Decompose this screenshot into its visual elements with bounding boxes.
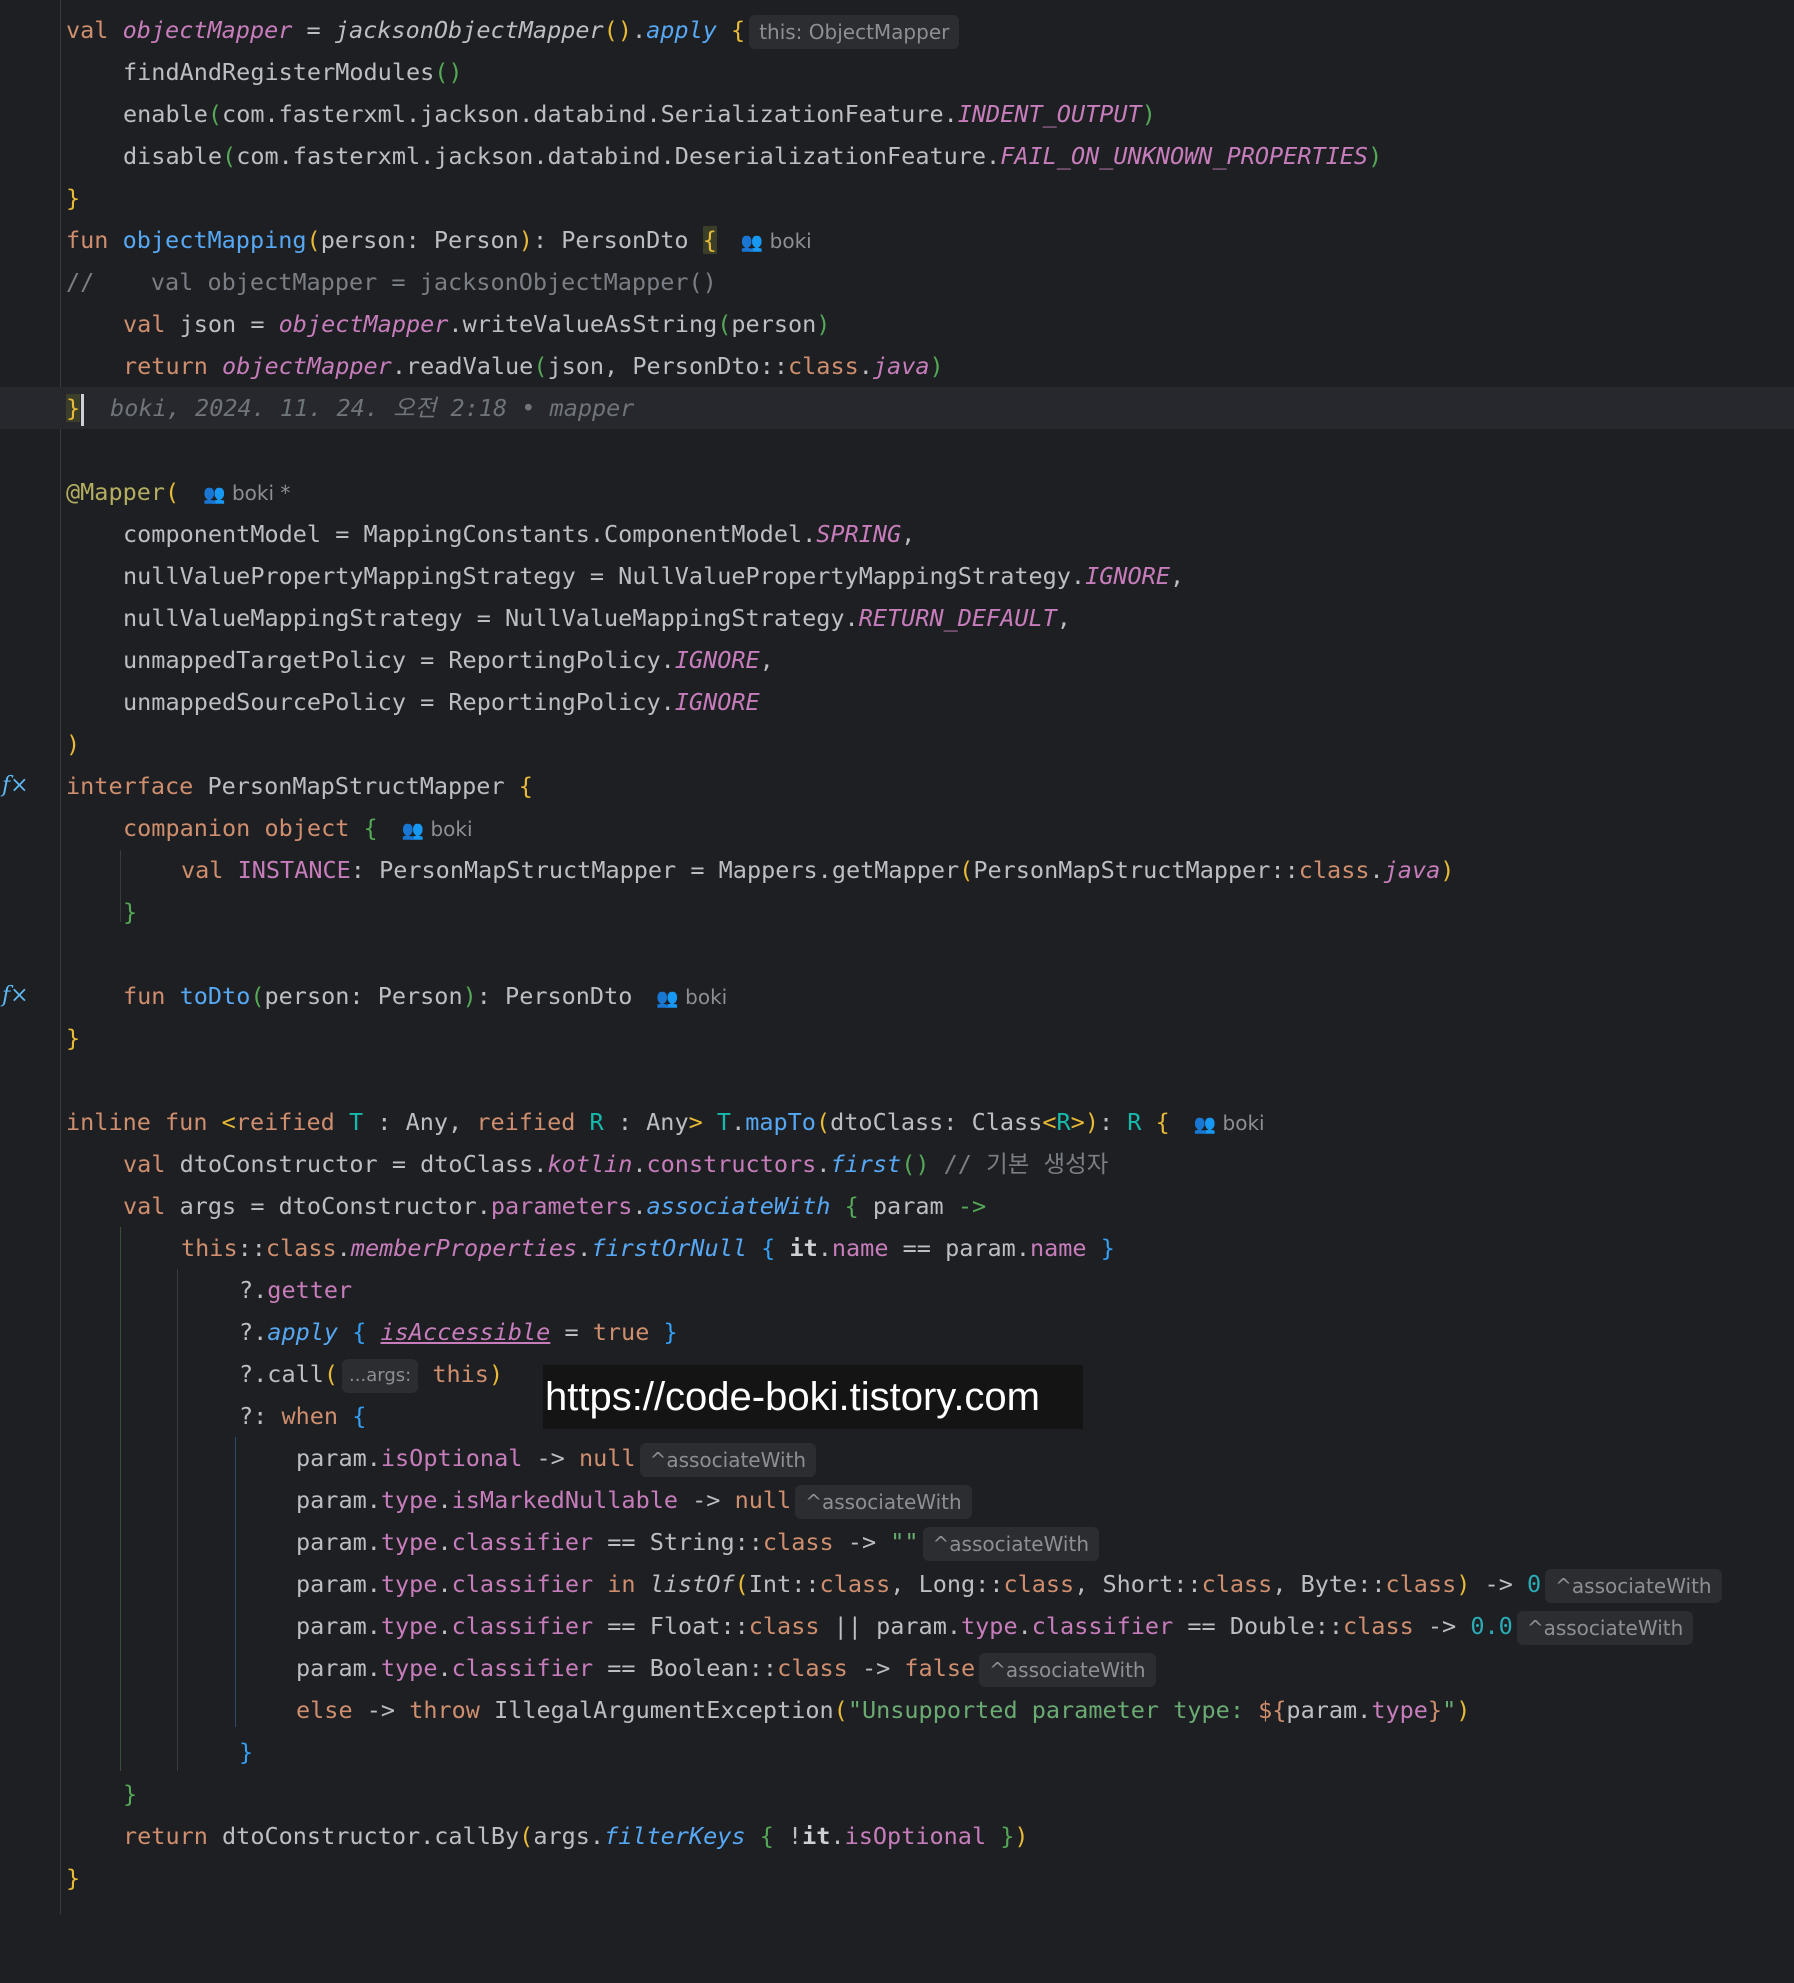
code-line[interactable]: ) [0,723,1794,765]
code-line[interactable]: nullValueMappingStrategy = NullValueMapp… [0,597,1794,639]
text-caret [81,393,85,426]
inlay-hint-associate: ^associateWith [922,1526,1100,1561]
code-line[interactable]: return dtoConstructor.callBy(args.filter… [0,1815,1794,1857]
people-icon: 👥 [401,820,425,841]
implementation-icon[interactable]: f× [2,975,29,1017]
author-hint[interactable]: 👥 boki [402,817,473,841]
code-line[interactable]: } [0,1017,1794,1059]
inlay-hint-associate: ^associateWith [1545,1568,1722,1603]
code-line[interactable]: param.type.classifier == Boolean::class … [0,1647,1794,1689]
code-line[interactable]: unmappedTargetPolicy = ReportingPolicy.I… [0,639,1794,681]
code-line[interactable]: f× fun toDto(person: Person): PersonDto 👥… [0,975,1794,1017]
code-line[interactable]: } [0,177,1794,219]
inlay-hint-args: ...args: [342,1358,419,1393]
people-icon: 👥 [656,988,679,1009]
code-line[interactable]: } [0,1731,1794,1773]
code-line[interactable]: unmappedSourcePolicy = ReportingPolicy.I… [0,681,1794,723]
code-line[interactable]: param.isOptional -> null ^associateWith [0,1437,1794,1479]
code-line[interactable]: componentModel = MappingConstants.Compon… [0,513,1794,555]
people-icon: 👥 [740,232,764,253]
code-line[interactable]: return objectMapper.readValue(json, Pers… [0,345,1794,387]
people-icon: 👥 [1193,1114,1217,1135]
code-line[interactable]: inline fun <reified T : Any, reified R :… [0,1101,1794,1143]
code-line[interactable]: ?.getter [0,1269,1794,1311]
code-line[interactable]: this::class.memberProperties.firstOrNull… [0,1227,1794,1269]
code-line[interactable]: } [0,1773,1794,1815]
code-line[interactable]: val args = dtoConstructor.parameters.ass… [0,1185,1794,1227]
implementation-icon[interactable]: f× [2,765,29,807]
inlay-hint-this: this: ObjectMapper [749,14,960,49]
code-line[interactable]: fun objectMapping(person: Person): Perso… [0,219,1794,261]
people-icon: 👥 [203,484,226,505]
code-line[interactable]: val json = objectMapper.writeValueAsStri… [0,303,1794,345]
code-line[interactable]: else -> throw IllegalArgumentException("… [0,1689,1794,1731]
author-hint[interactable]: 👥 boki [741,229,812,253]
inlay-hint-associate: ^associateWith [1516,1610,1694,1645]
code-line[interactable]: // val objectMapper = jacksonObjectMappe… [0,261,1794,303]
code-line[interactable]: findAndRegisterModules() [0,51,1794,93]
code-line[interactable]: nullValuePropertyMappingStrategy = NullV… [0,555,1794,597]
code-line[interactable]: val objectMapper = jacksonObjectMapper()… [0,9,1794,51]
code-line[interactable]: disable(com.fasterxml.jackson.databind.D… [0,135,1794,177]
code-editor[interactable]: val objectMapper = jacksonObjectMapper()… [0,0,1794,1914]
author-hint[interactable]: 👥 boki * [203,481,290,505]
code-line[interactable]: f× interface PersonMapStructMapper { [0,765,1794,807]
inlay-hint-associate: ^associateWith [795,1484,972,1519]
code-line[interactable]: val INSTANCE: PersonMapStructMapper = Ma… [0,849,1794,891]
inlay-hint-associate: ^associateWith [639,1442,817,1477]
code-line[interactable]: } [0,891,1794,933]
code-line[interactable]: param.type.classifier == String::class -… [0,1521,1794,1563]
code-line[interactable]: companion object {👥 boki [0,807,1794,849]
code-line[interactable]: param.type.isMarkedNullable -> null ^asso… [0,1479,1794,1521]
author-hint[interactable]: 👥 boki [1194,1111,1265,1135]
author-hint[interactable]: 👥 boki [656,985,727,1009]
code-line-current[interactable]: } boki, 2024. 11. 24. 오전 2:18 • mapper [0,387,1794,429]
code-line[interactable]: val dtoConstructor = dtoClass.kotlin.con… [0,1143,1794,1185]
code-line[interactable]: @Mapper(👥 boki * [0,471,1794,513]
inlay-hint-associate: ^associateWith [979,1652,1156,1687]
code-line[interactable]: param.type.classifier == Float::class ||… [0,1605,1794,1647]
watermark: https://code-boki.tistory.com [543,1365,1083,1429]
code-line[interactable]: param.type.classifier in listOf(Int::cla… [0,1563,1794,1605]
blame-annotation: boki, 2024. 11. 24. 오전 2:18 • mapper [110,394,635,422]
code-line[interactable]: } [0,1857,1794,1899]
code-line[interactable]: enable(com.fasterxml.jackson.databind.Se… [0,93,1794,135]
code-line[interactable]: ?.apply { isAccessible = true } [0,1311,1794,1353]
